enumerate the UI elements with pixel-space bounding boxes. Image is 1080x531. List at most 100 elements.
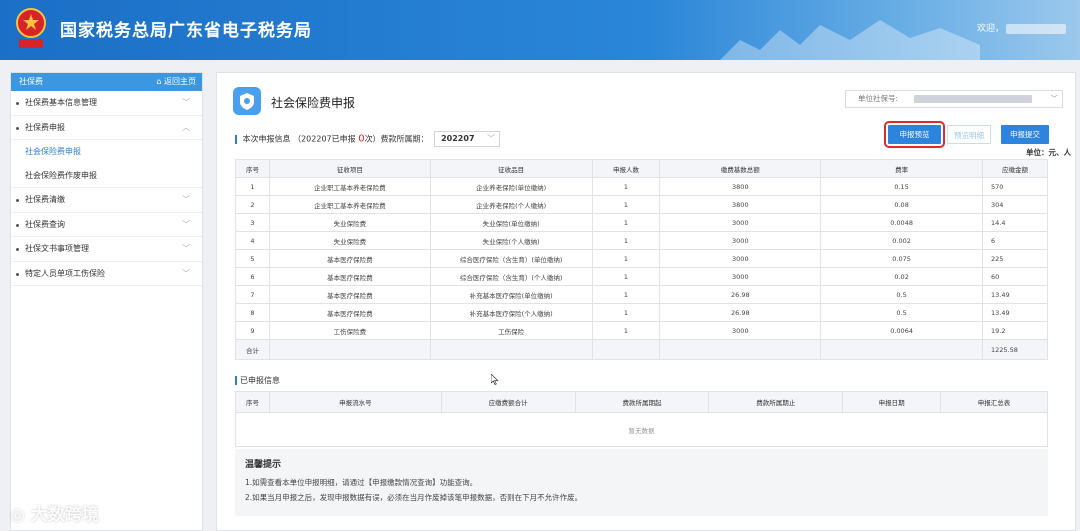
table-cell: 14.4: [982, 213, 1048, 232]
table-cell: 合计: [235, 339, 270, 360]
table-cell: 7: [235, 285, 270, 304]
table-cell: 1: [235, 177, 270, 196]
sidebar-item-label: 社保费基本信息管理: [25, 98, 97, 107]
top-banner: 国家税务总局广东省电子税务局 欢迎，: [0, 0, 1080, 60]
chevron-down-icon: ﹀: [182, 268, 190, 278]
column-header: 费款所属期起: [574, 391, 710, 413]
bullet-icon: [16, 102, 19, 105]
table-cell: 1: [591, 267, 661, 286]
table-cell: 失业保险费: [268, 213, 431, 232]
chevron-down-icon: ﹀: [1050, 94, 1059, 103]
table-cell: 5: [235, 249, 270, 268]
column-header: 征收品目: [429, 159, 593, 178]
table-cell: 225: [982, 249, 1048, 268]
table-cell: 企业养老保险(个人缴纳): [429, 195, 593, 214]
info-suffix: 次）费款所属期：: [364, 134, 429, 144]
table-cell: 1: [591, 195, 661, 214]
sidebar: 社保费 ⌂ 返回主页 社保费基本信息管理 ﹀ 社保费申报 ︿ 社会保险费申报 社…: [10, 72, 203, 531]
sidebar-item-documents[interactable]: 社保文书事项管理 ﹀: [11, 237, 202, 262]
table-cell: 0.075: [820, 249, 983, 268]
sidebar-header: 社保费 ⌂ 返回主页: [11, 73, 202, 91]
table-cell: 3000: [659, 231, 822, 250]
column-header: 应缴金额: [982, 159, 1048, 178]
table-cell: 1225.58: [982, 339, 1048, 360]
chevron-down-icon: ﹀: [182, 195, 190, 204]
table-cell: 0.5: [820, 285, 983, 304]
period-value: 202207: [441, 134, 475, 143]
table-cell: 2: [235, 195, 270, 214]
table-cell: 60: [982, 267, 1048, 286]
chevron-up-icon: ︿: [182, 122, 190, 132]
table-cell: [659, 339, 822, 360]
table-cell: 3800: [659, 177, 822, 196]
table-row: 4 失业保险费 失业保险(个人缴纳) 1 3000 0.002 6: [235, 231, 1048, 250]
tips-panel: 温馨提示 1.如需查看本单位申报明细，请通过【申报缴款情况查询】功能查询。 2.…: [235, 449, 1048, 516]
table-cell: [591, 339, 661, 360]
table-cell: 3000: [659, 267, 822, 286]
empty-row: 暂无数据: [235, 412, 1048, 447]
table-header-row: 序号 征收项目 征收品目 申报人数 缴费基数总额 费率 应缴金额: [235, 159, 1048, 178]
unit-social-security-number-select[interactable]: 单位社保号: ﹀: [845, 90, 1063, 108]
column-header: 申报汇总表: [940, 391, 1048, 413]
table-cell: 1: [591, 177, 661, 196]
skyline-decoration: [720, 20, 980, 60]
table-cell: 失业保险(个人缴纳): [429, 231, 593, 250]
tip-line: 2.如果当月申报之后，发现申报数据有误，必须在当月作废掉该笔申报数据，否则在下月…: [245, 493, 583, 502]
sidebar-item-clearance[interactable]: 社保费清缴 ﹀: [11, 188, 202, 213]
section-title: 已申报信息: [240, 376, 280, 385]
table-cell: 3000: [659, 249, 822, 268]
table-cell: 1: [591, 249, 661, 268]
page-title: 社会保险费申报: [271, 96, 356, 110]
welcome-text: 欢迎，: [977, 21, 1066, 34]
sidebar-item-declaration[interactable]: 社保费申报 ︿: [11, 116, 202, 140]
sidebar-subitem-social-insurance-declaration[interactable]: 社会保险费申报: [11, 140, 202, 164]
sidebar-item-query[interactable]: 社保费查询 ﹀: [11, 213, 202, 237]
watermark-logo-icon: ◎: [10, 505, 25, 525]
table-cell: 失业保险(单位缴纳): [429, 213, 593, 232]
table-cell: 6: [235, 267, 270, 286]
declaration-preview-button[interactable]: 申报预览: [884, 121, 945, 148]
insurance-shield-icon: [233, 87, 261, 115]
declaration-submit-button[interactable]: 申报提交: [1001, 125, 1049, 144]
sidebar-item-label: 社保费清缴: [25, 195, 65, 204]
section-marker: [235, 376, 237, 385]
section-marker: [235, 134, 237, 144]
sidebar-item-basic-info[interactable]: 社保费基本信息管理 ﹀: [11, 91, 202, 116]
chevron-down-icon: ﹀: [182, 98, 190, 107]
table-header-row: 序号 申报流水号 应缴费额合计 费款所属期起 费款所属期止 申报日期 申报汇总表: [235, 391, 1048, 413]
bullet-icon: [16, 126, 19, 130]
table-cell: 综合医疗保险（含生育）(单位缴纳): [429, 249, 593, 268]
table-cell: 企业养老保险(单位缴纳): [429, 177, 593, 196]
sidebar-item-label: 社保费申报: [25, 122, 65, 132]
declared-records-table: 序号 申报流水号 应缴费额合计 费款所属期起 费款所属期止 申报日期 申报汇总表…: [235, 391, 1048, 447]
period-select[interactable]: 202207 ﹀: [434, 131, 501, 147]
table-cell: 失业保险费: [268, 231, 431, 250]
column-header: 序号: [235, 391, 270, 413]
table-cell: 4: [235, 231, 270, 250]
table-cell: 基本医疗保险费: [268, 267, 431, 286]
sidebar-subitem-void-declaration[interactable]: 社会保险费作废申报: [11, 164, 202, 188]
declared-info-heading: 已申报信息: [235, 375, 280, 386]
table-cell: 补充基本医疗保险(单位缴纳): [429, 285, 593, 304]
table-cell: 26.98: [659, 285, 822, 304]
bullet-icon: [16, 272, 19, 276]
sidebar-item-label: 社保文书事项管理: [25, 244, 89, 253]
column-header: 费率: [820, 159, 983, 178]
table-cell: 8: [235, 303, 270, 322]
table-cell: 企业职工基本养老保险费: [268, 177, 431, 196]
main-panel: 社会保险费申报 单位社保号: ﹀ 本次申报信息 （202207已申报 0次）费款…: [216, 72, 1076, 531]
table-cell: 0.15: [820, 177, 983, 196]
sidebar-title: 社保费: [19, 77, 43, 86]
table-cell: 1: [591, 303, 661, 322]
declaration-info-bar: 本次申报信息 （202207已申报 0次）费款所属期： 202207 ﹀: [235, 131, 501, 147]
username-redacted: [1006, 23, 1066, 34]
table-cell: 3: [235, 213, 270, 232]
total-row: 合计 1225.58: [235, 339, 1048, 360]
preview-detail-button[interactable]: 预览明细: [947, 125, 991, 144]
table-row: 9 工伤保险费 工伤保险 1 3000 0.0064 19.2: [235, 321, 1048, 340]
table-cell: 13.49: [982, 285, 1048, 304]
table-cell: 1: [591, 285, 661, 304]
sidebar-item-injury-insurance[interactable]: 特定人员单项工伤保险 ﹀: [11, 262, 202, 286]
home-link[interactable]: ⌂ 返回主页: [156, 73, 196, 91]
table-cell: 基本医疗保险费: [268, 249, 431, 268]
